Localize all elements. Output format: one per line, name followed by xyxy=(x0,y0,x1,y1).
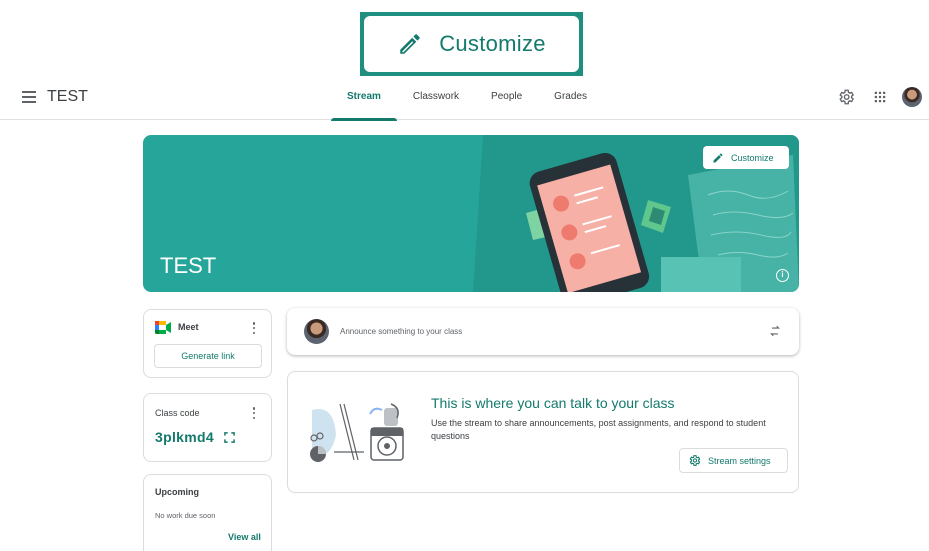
customize-zoom-inner: Customize xyxy=(364,16,579,72)
settings-icon xyxy=(689,455,701,466)
fullscreen-icon[interactable] xyxy=(224,432,235,443)
upcoming-title: Upcoming xyxy=(155,487,199,497)
menu-icon[interactable] xyxy=(22,91,36,103)
info-icon[interactable]: i xyxy=(776,269,789,282)
meet-card: Meet Generate link xyxy=(143,309,272,378)
upcoming-empty-text: No work due soon xyxy=(155,511,216,520)
google-meet-icon xyxy=(155,321,171,334)
banner-class-title: TEST xyxy=(160,253,217,278)
tab-stream[interactable]: Stream xyxy=(331,80,397,121)
customize-button[interactable]: Customize xyxy=(703,146,789,169)
app-header: TEST Stream Classwork People Grades xyxy=(0,80,929,121)
upcoming-card: Upcoming No work due soon View all xyxy=(143,474,272,551)
class-code-label: Class code xyxy=(155,408,200,418)
customize-zoom-label: Customize xyxy=(439,31,546,56)
stream-empty-title: This is where you can talk to your class xyxy=(431,395,675,411)
pencil-icon xyxy=(400,34,420,54)
stream-settings-button[interactable]: Stream settings xyxy=(679,448,788,473)
user-avatar xyxy=(304,319,329,344)
generate-link-button[interactable]: Generate link xyxy=(154,344,262,368)
stream-empty-card: This is where you can talk to your class… xyxy=(287,371,799,493)
class-code-value: 3plkmd4 xyxy=(155,429,214,445)
class-code-more-options-icon[interactable] xyxy=(249,406,259,420)
repost-icon[interactable] xyxy=(768,324,782,338)
announce-placeholder[interactable]: Announce something to your class xyxy=(340,327,462,336)
settings-icon[interactable] xyxy=(837,88,855,106)
apps-grid-icon[interactable] xyxy=(871,88,889,106)
pencil-icon xyxy=(713,152,723,162)
stream-empty-description: Use the stream to share announcements, p… xyxy=(431,418,766,441)
customize-zoom-callout: Customize xyxy=(360,12,583,76)
class-title[interactable]: TEST xyxy=(47,88,88,106)
banner-illustration xyxy=(473,135,799,292)
class-banner: TEST Customize i xyxy=(143,135,799,292)
meet-more-options-icon[interactable] xyxy=(249,321,259,335)
tab-bar: Stream Classwork People Grades xyxy=(331,80,603,121)
meet-label: Meet xyxy=(178,322,199,332)
tab-classwork[interactable]: Classwork xyxy=(397,80,475,120)
customize-button-label: Customize xyxy=(731,152,774,163)
tab-grades[interactable]: Grades xyxy=(538,80,603,120)
class-code-card: Class code 3plkmd4 xyxy=(143,393,272,462)
tab-people[interactable]: People xyxy=(475,80,538,120)
view-all-link[interactable]: View all xyxy=(228,532,261,542)
announce-box[interactable]: Announce something to your class xyxy=(287,308,799,355)
stream-settings-label: Stream settings xyxy=(708,455,771,466)
stream-illustration xyxy=(310,403,404,462)
account-avatar[interactable] xyxy=(902,87,922,107)
